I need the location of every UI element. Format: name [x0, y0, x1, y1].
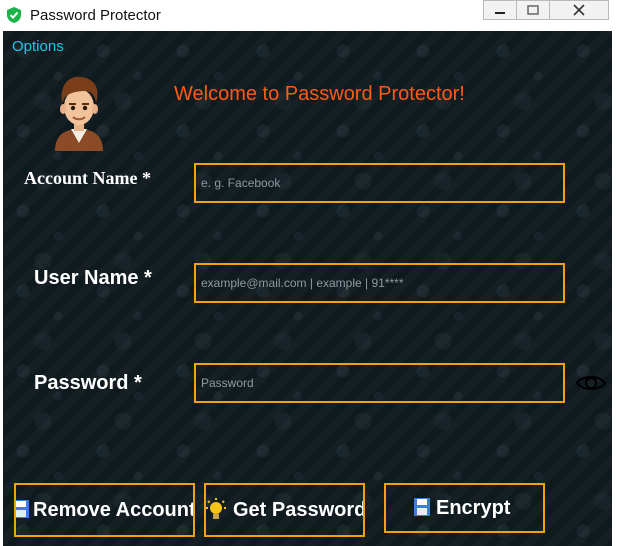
maximize-icon [527, 5, 539, 15]
minimize-button[interactable] [483, 0, 517, 20]
password-label: Password * [34, 372, 142, 394]
get-password-label: Get Password [233, 499, 365, 521]
encrypt-button[interactable]: Encrypt [384, 483, 545, 533]
window-border [612, 31, 618, 546]
close-button[interactable] [549, 0, 609, 20]
eye-icon[interactable] [576, 372, 606, 394]
user-avatar-icon [55, 76, 103, 151]
welcome-heading: Welcome to Password Protector! [174, 83, 465, 105]
maximize-button[interactable] [516, 0, 550, 20]
remove-account-label: Remove Account [33, 499, 195, 521]
lightbulb-icon [206, 498, 226, 519]
shield-check-icon [7, 7, 21, 23]
encrypt-label: Encrypt [436, 497, 511, 519]
close-icon [573, 4, 585, 16]
options-menu[interactable]: Options [12, 38, 64, 55]
get-password-button[interactable]: Get Password [204, 483, 365, 537]
floppy-disk-icon [414, 498, 430, 516]
account-name-label: Account Name * [24, 168, 151, 188]
main-panel: Options Welcome to Password Protector! A… [3, 31, 612, 546]
minimize-icon [495, 12, 505, 14]
user-name-input[interactable] [194, 263, 565, 303]
password-input[interactable] [194, 363, 565, 403]
floppy-disk-icon [16, 500, 29, 518]
window-title: Password Protector [30, 7, 161, 24]
user-name-label: User Name * [34, 267, 152, 289]
title-bar[interactable]: Password Protector [0, 0, 618, 31]
remove-account-button[interactable]: Remove Account [14, 483, 195, 537]
account-name-input[interactable] [194, 163, 565, 203]
